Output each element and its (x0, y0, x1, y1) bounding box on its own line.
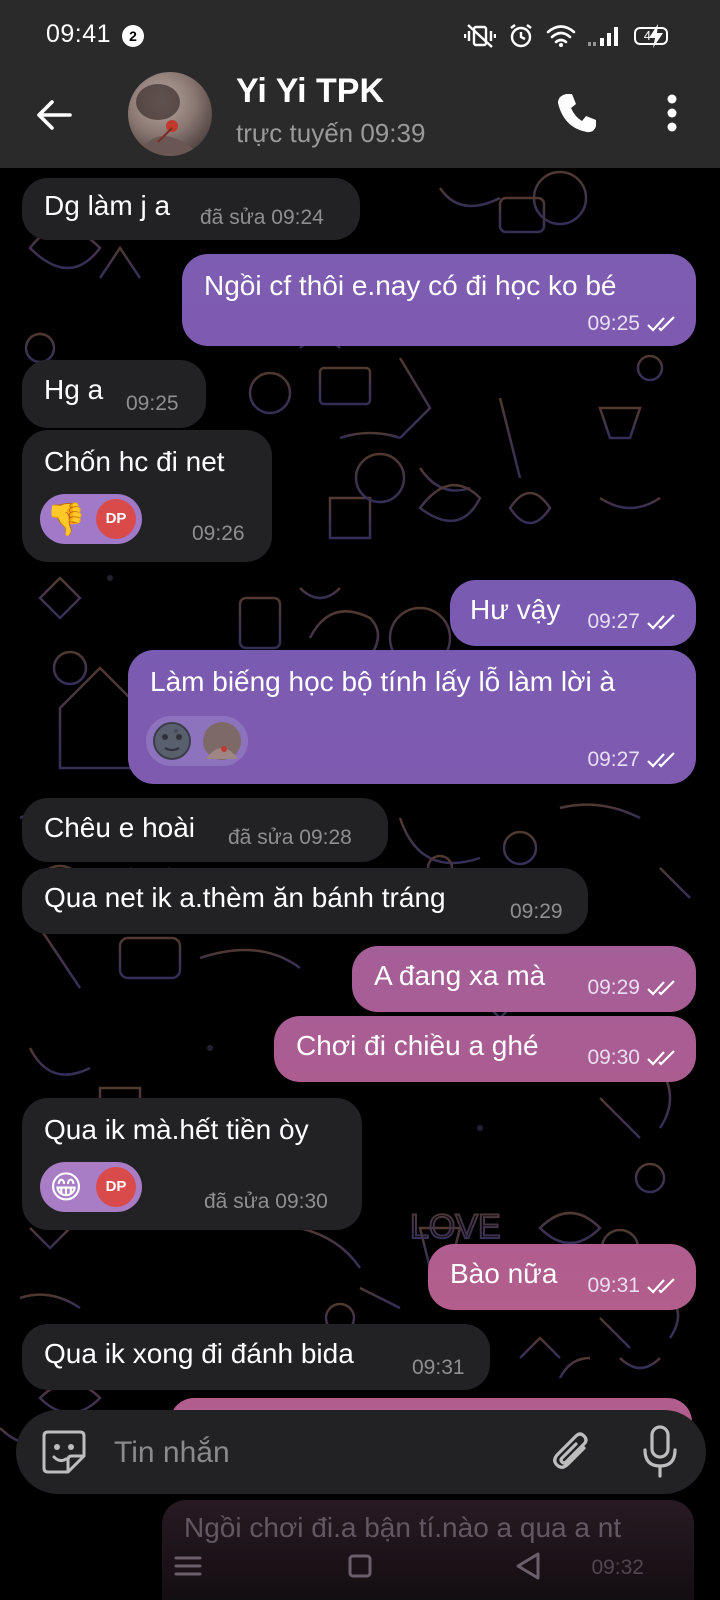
message-incoming[interactable]: Chêu e hoài đã sửa 09:28 (22, 798, 388, 862)
attachment-paperclip-icon[interactable] (548, 1428, 596, 1476)
message-timestamp: 09:25 (587, 312, 678, 336)
message-incoming[interactable]: Hg a 09:25 (22, 360, 206, 428)
message-text: A đang xa mà (374, 960, 546, 991)
message-text: Chốn hc đi net (44, 446, 225, 477)
message-timestamp: 09:29 (587, 976, 678, 1000)
vibrate-off-icon (464, 24, 496, 48)
message-composer (16, 1410, 706, 1494)
more-options-icon[interactable] (652, 88, 692, 138)
back-arrow-icon[interactable] (30, 90, 80, 140)
message-incoming[interactable]: Dg làm j a đã sửa 09:24 (22, 178, 360, 240)
status-time: 09:41 (46, 20, 112, 48)
message-text: Hg a (44, 374, 104, 405)
message-outgoing[interactable]: Ngồi cf thôi e.nay có đi học ko bé 09:25 (182, 254, 696, 346)
message-text: Ngồi cf thôi e.nay có đi học ko bé (204, 270, 617, 301)
back-triangle-icon[interactable] (498, 1544, 558, 1588)
reaction-user-avatar (203, 722, 241, 760)
message-text: Qua ik mà.hết tiền òy (44, 1114, 309, 1145)
double-check-icon (647, 752, 675, 769)
message-incoming[interactable]: Qua ik mà.hết tiền òy 😁 DP đã sửa 09:30 (22, 1098, 362, 1230)
wifi-icon (546, 25, 576, 47)
message-time: 09:27 (587, 610, 640, 633)
message-text: Bào nữa (450, 1258, 558, 1289)
message-timestamp: đã sửa 09:30 (204, 1190, 328, 1213)
reaction-avatar-dp: DP (96, 1167, 136, 1207)
chat-header: Yi Yi TPK trực tuyến 09:39 (0, 72, 720, 168)
message-text: Chơi đi chiều a ghé (296, 1030, 539, 1061)
message-time: 09:25 (587, 312, 640, 335)
new-moon-face-reaction[interactable] (152, 721, 192, 761)
message-time: 09:27 (587, 748, 640, 771)
message-timestamp: 09:25 (126, 392, 179, 415)
chat-online-status: trực tuyến 09:39 (236, 118, 426, 148)
message-timestamp: 09:27 (587, 748, 678, 772)
message-time: 09:31 (587, 1274, 640, 1297)
alarm-icon (510, 24, 532, 48)
message-timestamp: đã sửa 09:24 (200, 206, 324, 229)
double-check-icon (647, 1278, 675, 1295)
menu-recents-icon[interactable] (158, 1544, 218, 1588)
system-navigation-bar (0, 1536, 720, 1600)
message-reactions[interactable] (146, 716, 248, 766)
microphone-icon[interactable] (640, 1424, 680, 1480)
message-text: Làm biếng học bộ tính lấy lỗ làm lời à (150, 666, 616, 697)
message-reactions[interactable]: 😁 DP (40, 1162, 142, 1212)
signal-icon (588, 27, 618, 46)
charging-bolt-icon (649, 24, 663, 48)
status-icons: 44 (464, 20, 668, 52)
message-outgoing[interactable]: A đang xa mà 09:29 (352, 946, 696, 1012)
message-timestamp: đã sửa 09:28 (228, 826, 352, 849)
svg-text:LOVE: LOVE (410, 1208, 501, 1246)
chat-screen: LOVE 09:41 2 Yi Yi TPK trực tuyến 09:39 … (0, 0, 720, 1600)
message-outgoing[interactable]: Hư vậy 09:27 (450, 580, 696, 646)
message-timestamp: 09:26 (192, 522, 245, 545)
message-reactions[interactable]: 👎 DP (40, 494, 142, 544)
double-check-icon (647, 614, 675, 631)
chat-title[interactable]: Yi Yi TPK (236, 72, 384, 111)
message-timestamp: 09:31 (587, 1274, 678, 1298)
message-text: Qua ik xong đi đánh bida (44, 1338, 354, 1369)
message-input[interactable] (112, 1426, 536, 1480)
message-time: 09:29 (587, 976, 640, 999)
message-text: Dg làm j a (44, 190, 171, 221)
message-text: Qua net ik a.thèm ăn bánh tráng (44, 882, 446, 913)
grinning-face-reaction[interactable]: 😁 (46, 1167, 86, 1207)
reaction-avatar-dp: DP (96, 499, 136, 539)
message-timestamp: 09:29 (510, 900, 563, 923)
double-check-icon (647, 1050, 675, 1067)
double-check-icon (647, 980, 675, 997)
message-incoming[interactable]: Qua ik xong đi đánh bida 09:31 (22, 1324, 490, 1390)
sticker-icon[interactable] (40, 1428, 88, 1476)
message-timestamp: 09:27 (587, 610, 678, 634)
contact-avatar[interactable] (128, 72, 212, 156)
message-incoming[interactable]: Chốn hc đi net 👎 DP 09:26 (22, 430, 272, 562)
message-text: Chêu e hoài (44, 812, 196, 843)
thumbs-down-reaction[interactable]: 👎 (46, 499, 86, 539)
status-bar: 09:41 2 (0, 0, 720, 72)
phone-call-icon[interactable] (552, 88, 602, 138)
message-outgoing[interactable]: Làm biếng học bộ tính lấy lỗ làm lời à 0… (128, 650, 696, 784)
message-outgoing[interactable]: Chơi đi chiều a ghé 09:30 (274, 1016, 696, 1082)
double-check-icon (647, 316, 675, 333)
message-timestamp: 09:31 (412, 1356, 465, 1379)
message-incoming[interactable]: Qua net ik a.thèm ăn bánh tráng 09:29 (22, 868, 588, 934)
avatar-image (136, 84, 202, 156)
message-text: Hư vậy (470, 594, 561, 625)
notification-count-badge: 2 (122, 25, 144, 47)
message-time: 09:30 (587, 1046, 640, 1069)
home-icon[interactable] (330, 1544, 390, 1588)
message-outgoing[interactable]: Bào nữa 09:31 (428, 1244, 696, 1310)
message-timestamp: 09:30 (587, 1046, 678, 1070)
